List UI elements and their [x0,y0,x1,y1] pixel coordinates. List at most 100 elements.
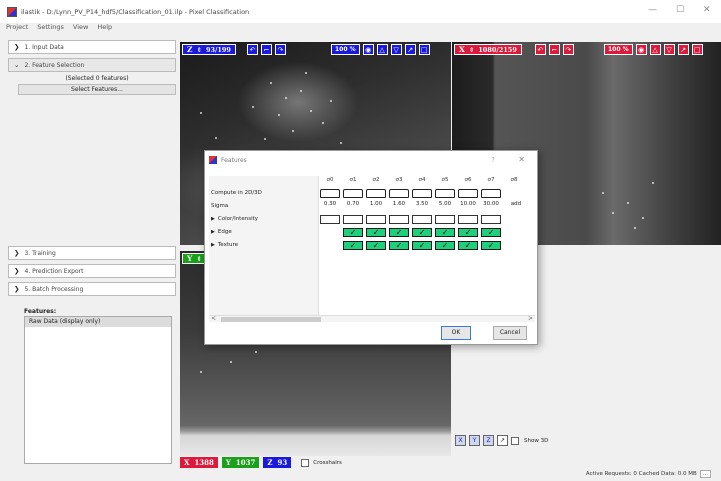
memory-details-button[interactable]: ... [699,470,711,478]
edge-row[interactable]: ▶ Edge [211,229,232,235]
camera-icon[interactable]: ◉ [362,44,374,55]
scroll-right-icon[interactable]: > [528,315,533,322]
sigma-value[interactable]: 30.00 [480,201,502,207]
help-icon[interactable]: ? [491,156,495,164]
feature-checkbox[interactable] [412,215,432,224]
crosshairs-checkbox[interactable] [301,458,310,467]
scrollbar-thumb[interactable] [221,317,321,322]
feature-checkbox-checked[interactable]: ✓ [366,228,386,237]
menu-settings[interactable]: Settings [37,23,64,35]
show-3d-checkbox[interactable] [511,436,519,445]
arrow-down-icon[interactable]: ▽ [390,44,402,55]
feature-checkbox-checked[interactable]: ✓ [481,228,501,237]
feature-checkbox-checked[interactable]: ✓ [435,228,455,237]
square-icon[interactable]: □ [418,44,430,55]
applet-input-data[interactable]: ❯ 1. Input Data [8,40,176,54]
rotate-right-icon[interactable]: ↷ [274,44,286,55]
applet-prediction-export[interactable]: ❯ 4. Prediction Export [8,264,176,278]
feature-checkbox-checked[interactable]: ✓ [389,228,409,237]
applet-batch-processing[interactable]: ❯ 5. Batch Processing [8,282,176,296]
feature-checkbox-checked[interactable]: ✓ [366,241,386,250]
sigma-value[interactable]: 10.00 [457,201,479,207]
feature-checkbox-checked[interactable]: ✓ [343,228,363,237]
feature-checkbox-checked[interactable]: ✓ [458,241,478,250]
feature-checkbox[interactable] [458,215,478,224]
add-sigma-button[interactable]: add [505,201,527,207]
sigma-value[interactable]: 0.30 [319,201,341,207]
cancel-button[interactable]: Cancel [493,326,527,340]
sigma-value[interactable]: 0.70 [342,201,364,207]
applet-training[interactable]: ❯ 3. Training [8,246,176,260]
compute-2d3d-toggle[interactable] [389,189,409,198]
feature-checkbox[interactable] [481,215,501,224]
compute-2d3d-toggle[interactable] [458,189,478,198]
compute-2d3d-toggle[interactable] [343,189,363,198]
swap-axes-icon[interactable]: ⌐ [260,44,272,55]
menu-help[interactable]: Help [97,23,112,35]
feature-checkbox-checked[interactable]: ✓ [343,241,363,250]
maximize-button[interactable]: ☐ [676,5,684,15]
x-slice-spinbox[interactable]: X ⇕ 1080/2159 [454,44,522,55]
horizontal-scrollbar[interactable]: < > [209,315,535,322]
arrow-up-icon[interactable]: △ [649,44,661,55]
x-zoom-level[interactable]: 100 % [604,44,633,55]
feature-checkbox[interactable] [389,215,409,224]
compute-2d3d-toggle[interactable] [366,189,386,198]
feature-checkbox[interactable] [320,215,340,224]
x-axis-label: X [459,45,465,54]
sigma-header-5: σ5 [441,177,449,183]
feature-checkbox-checked[interactable]: ✓ [412,241,432,250]
scroll-left-icon[interactable]: < [211,315,216,322]
list-item[interactable]: Raw Data (display only) [25,317,171,327]
compute-2d3d-toggle[interactable] [435,189,455,198]
square-icon[interactable]: □ [691,44,703,55]
select-features-button[interactable]: Select Features... [18,84,176,95]
x-pos-label: X [184,458,190,467]
feature-checkbox-checked[interactable]: ✓ [389,241,409,250]
maximize-view-icon[interactable]: ↗ [404,44,416,55]
sigma-value[interactable]: 1.60 [388,201,410,207]
feature-checkbox-checked[interactable]: ✓ [458,228,478,237]
texture-label: Texture [217,242,238,248]
dialog-title-bar: Features [205,151,537,169]
compute-2d3d-toggle[interactable] [320,189,340,198]
rotate-left-icon[interactable]: ↶ [534,44,546,55]
y-plane-icon[interactable]: Y [469,435,480,446]
compute-2d3d-toggle[interactable] [481,189,501,198]
title-bar: ilastik - D:/Lynn_PV_P14_hdf5/Classifica… [0,0,721,23]
close-button[interactable]: ✕ [703,5,711,15]
sigma-value[interactable]: 5.00 [434,201,456,207]
ok-button[interactable]: OK [441,326,471,340]
sigma-value[interactable]: 1.00 [365,201,387,207]
feature-checkbox[interactable] [435,215,455,224]
minimize-button[interactable]: — [648,5,657,15]
feature-checkbox-checked[interactable]: ✓ [412,228,432,237]
z-zoom-level[interactable]: 100 % [331,44,360,55]
feature-checkbox-checked[interactable]: ✓ [481,241,501,250]
maximize-view-icon[interactable]: ↗ [677,44,689,55]
color-intensity-row[interactable]: ▶ Color/Intensity [211,216,258,222]
compute-2d3d-toggle[interactable] [412,189,432,198]
z-slice-spinbox[interactable]: Z ⇕ 93/199 [182,44,236,55]
rotate-right-icon[interactable]: ↷ [562,44,574,55]
feature-checkbox-checked[interactable]: ✓ [435,241,455,250]
feature-checkbox[interactable] [343,215,363,224]
arrow-up-icon[interactable]: △ [376,44,388,55]
features-list: Raw Data (display only) [24,316,172,464]
maximize-view-icon[interactable]: ↗ [497,435,508,446]
camera-icon[interactable]: ◉ [635,44,647,55]
menu-view[interactable]: View [73,23,88,35]
x-plane-icon[interactable]: X [455,435,466,446]
arrow-down-icon[interactable]: ▽ [663,44,675,55]
menu-project[interactable]: Project [6,23,28,35]
rotate-left-icon[interactable]: ↶ [246,44,258,55]
swap-axes-icon[interactable]: ⌐ [548,44,560,55]
feature-checkbox[interactable] [366,215,386,224]
applet-feature-selection[interactable]: ⌄ 2. Feature Selection [8,58,176,72]
z-plane-icon[interactable]: Z [483,435,494,446]
sigma-header-8: σ8 [510,177,518,183]
texture-row[interactable]: ▶ Texture [211,242,238,248]
sigma-value[interactable]: 3.50 [411,201,433,207]
z-position: Z 93 [263,457,292,468]
close-icon[interactable]: ✕ [518,155,525,164]
